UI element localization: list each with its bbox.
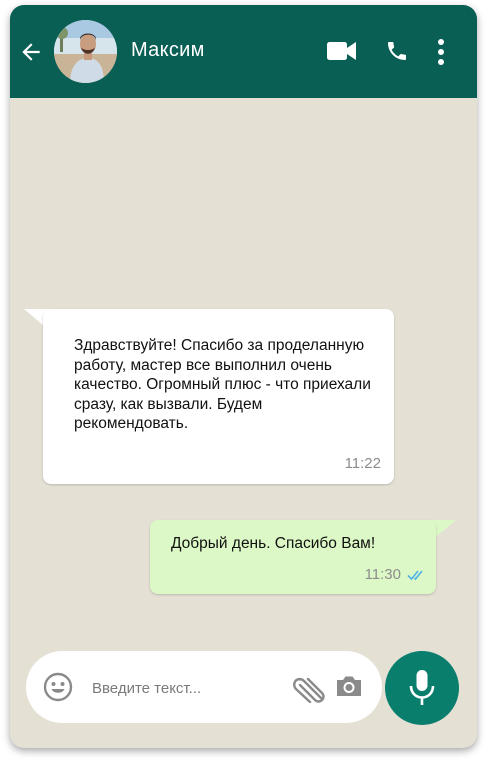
avatar-photo [54, 20, 117, 83]
more-options-button[interactable] [433, 38, 449, 66]
attach-button[interactable] [291, 671, 327, 704]
video-call-icon [327, 42, 356, 60]
contact-name[interactable]: Максим [131, 39, 205, 62]
avatar[interactable] [54, 20, 117, 83]
camera-icon [337, 676, 361, 696]
message-time: 11:30 [364, 566, 401, 583]
message-composer [26, 651, 382, 723]
voice-call-button[interactable] [385, 39, 409, 63]
message-time: 11:22 [344, 455, 381, 472]
chat-header: Максим [10, 5, 477, 98]
video-call-button[interactable] [327, 40, 357, 62]
outgoing-message[interactable]: Добрый день. Спасибо Вам! 11:30 [150, 520, 436, 594]
mic-button[interactable] [385, 651, 459, 725]
phone-icon [388, 42, 406, 60]
read-ticks-icon [407, 570, 423, 581]
emoji-icon [43, 672, 73, 702]
emoji-button[interactable] [43, 672, 73, 702]
message-text: Здравствуйте! Спасибо за проделанную раб… [74, 337, 371, 432]
attach-icon [293, 677, 325, 704]
incoming-message[interactable]: Здравствуйте! Спасибо за проделанную раб… [43, 309, 394, 484]
message-text: Добрый день. Спасибо Вам! [171, 535, 376, 552]
back-button[interactable] [18, 39, 44, 65]
back-arrow-icon [22, 43, 40, 61]
chat-window: Максим Здравствуйте! Спасибо за проделан… [10, 5, 477, 748]
more-vertical-icon [438, 39, 444, 65]
message-input[interactable] [90, 673, 284, 703]
mic-icon [409, 670, 435, 705]
camera-button[interactable] [335, 674, 363, 698]
